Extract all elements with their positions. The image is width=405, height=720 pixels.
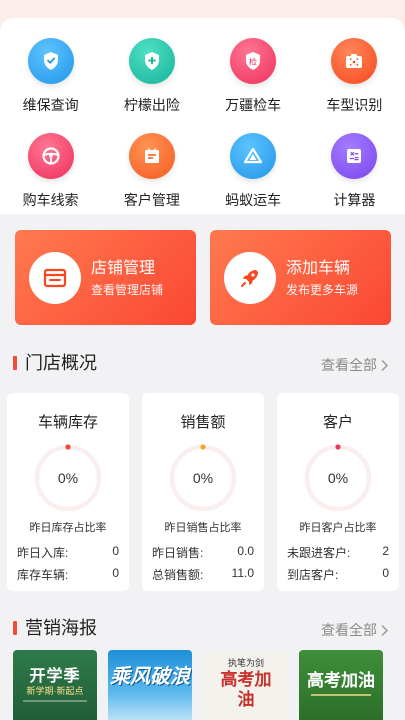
transport-triangle-icon — [230, 133, 277, 179]
section-accent-bar — [13, 621, 17, 635]
store-overview-header: 门店概况 查看全部 — [0, 352, 405, 376]
stat-row-label: 库存车辆: — [17, 568, 69, 582]
svg-text:检: 检 — [249, 57, 257, 67]
menu-item-model-recognition[interactable]: 车型识别 — [304, 38, 405, 115]
stat-row-value: 0 — [112, 566, 119, 580]
stat-title: 客户 — [322, 414, 353, 431]
calculator-icon — [331, 133, 378, 179]
inspect-badge-icon: 检 — [230, 38, 277, 84]
stat-row: 总销售额: 11.0 — [152, 566, 254, 583]
stat-row-label: 到店客户: — [287, 568, 339, 582]
stat-row: 昨日销售: 0.0 — [152, 544, 254, 561]
inventory-stat-card[interactable]: 车辆库存 0% 昨日库存占比率 昨日入库: 0 库存车辆: 0 — [7, 393, 129, 591]
shield-plus-icon — [128, 38, 175, 84]
banner-text: 添加车辆 发布更多车源 — [286, 259, 358, 297]
poster-back-to-school[interactable]: 开学季 新学期·新起点 — [13, 650, 97, 720]
banner-title: 店铺管理 — [91, 259, 156, 277]
poster-ride-the-wind[interactable]: 乘风破浪 — [108, 650, 192, 720]
section-title: 门店概况 — [25, 353, 97, 373]
menu-item-label: 车型识别 — [326, 97, 383, 113]
stat-row-label: 未跟进客户: — [287, 546, 351, 560]
ratio-ring: 0% — [168, 443, 238, 513]
menu-item-label: 蚂蚁运车 — [225, 192, 282, 208]
shield-check-icon — [27, 38, 74, 84]
menu-item-calculator[interactable]: 计算器 — [304, 133, 405, 210]
banner-subtitle: 查看管理店铺 — [91, 282, 164, 297]
menu-item-label: 维保查询 — [22, 97, 79, 113]
menu-item-vehicle-inspection[interactable]: 检 万疆检车 — [203, 38, 304, 115]
steering-wheel-icon — [27, 133, 74, 179]
ratio-ring: 0% — [303, 443, 373, 513]
quick-menu-grid: 维保查询 柠檬出险 检 万疆检车 车型识别 购车线索 客户管理 蚂蚁运车 计算器 — [0, 38, 405, 210]
stat-row-label: 昨日入库: — [17, 546, 69, 560]
stat-title: 车辆库存 — [37, 414, 98, 431]
marketing-view-all-link[interactable]: 查看全部 — [321, 620, 389, 640]
banner-title: 添加车辆 — [286, 259, 351, 277]
chevron-right-icon — [381, 359, 389, 371]
customer-calendar-icon — [128, 133, 175, 179]
ratio-value: 0% — [327, 470, 349, 486]
section-accent-bar — [13, 356, 17, 370]
menu-item-label: 计算器 — [333, 192, 376, 208]
stat-row-value: 0 — [112, 544, 119, 558]
chevron-right-icon — [381, 624, 389, 636]
stat-title: 销售额 — [180, 414, 226, 431]
sales-stat-card[interactable]: 销售额 0% 昨日销售占比率 昨日销售: 0.0 总销售额: 11.0 — [142, 393, 264, 591]
store-icon — [29, 251, 81, 304]
marketing-posters-header: 营销海报 查看全部 — [0, 617, 405, 641]
add-vehicle-banner[interactable]: 添加车辆 发布更多车源 — [210, 230, 391, 325]
stat-row: 库存车辆: 0 — [17, 566, 119, 583]
menu-item-label: 购车线索 — [22, 192, 79, 208]
banner-text: 店铺管理 查看管理店铺 — [91, 259, 163, 297]
poster-title: 乘风破浪 — [110, 664, 190, 688]
poster-exam-cheer-1[interactable]: 执笔为剑 高考加油 — [204, 650, 288, 720]
view-all-label: 查看全部 — [321, 622, 377, 638]
stat-row-value: 0 — [382, 566, 389, 580]
stat-caption: 昨日客户占比率 — [299, 522, 377, 534]
stat-row: 到店客户: 0 — [287, 566, 389, 583]
camera-scan-icon — [331, 38, 378, 84]
poster-title: 高考加油 — [307, 671, 375, 691]
poster-title: 开学季 — [29, 668, 81, 685]
stat-row-value: 11.0 — [231, 566, 254, 580]
store-management-banner[interactable]: 店铺管理 查看管理店铺 — [15, 230, 196, 325]
menu-item-customer-management[interactable]: 客户管理 — [101, 133, 202, 210]
menu-item-maintenance-query[interactable]: 维保查询 — [0, 38, 101, 115]
rocket-icon — [224, 251, 276, 304]
poster-strip: 开学季 新学期·新起点 乘风破浪 执笔为剑 高考加油 高考加油 — [0, 650, 405, 720]
quick-menu-card: 维保查询 柠檬出险 检 万疆检车 车型识别 购车线索 客户管理 蚂蚁运车 计算器 — [0, 18, 405, 214]
poster-subtitle: 新学期·新起点 — [26, 686, 84, 696]
stat-caption: 昨日库存占比率 — [29, 522, 107, 534]
poster-subtitle: 执笔为剑 — [227, 659, 264, 669]
overview-view-all-link[interactable]: 查看全部 — [321, 355, 389, 375]
customer-stat-card[interactable]: 客户 0% 昨日客户占比率 未跟进客户: 2 到店客户: 0 — [277, 393, 399, 591]
poster-exam-cheer-2[interactable]: 高考加油 — [299, 650, 383, 720]
poster-decoration — [23, 700, 87, 702]
ratio-value: 0% — [57, 470, 79, 486]
stat-caption: 昨日销售占比率 — [164, 522, 242, 534]
stat-row-label: 昨日销售: — [152, 546, 204, 560]
menu-item-label: 万疆检车 — [225, 97, 282, 113]
stat-row-label: 总销售额: — [152, 568, 204, 582]
menu-item-label: 柠檬出险 — [123, 97, 180, 113]
menu-item-lemon-claim[interactable]: 柠檬出险 — [101, 38, 202, 115]
stat-row-value: 0.0 — [237, 544, 254, 558]
stat-row-value: 2 — [382, 544, 389, 558]
section-title: 营销海报 — [25, 618, 97, 638]
menu-item-purchase-leads[interactable]: 购车线索 — [0, 133, 101, 210]
poster-title: 高考加油 — [220, 670, 272, 710]
ratio-ring: 0% — [33, 443, 103, 513]
ratio-value: 0% — [192, 470, 214, 486]
stat-row: 昨日入库: 0 — [17, 544, 119, 561]
stat-row: 未跟进客户: 2 — [287, 544, 389, 561]
poster-decoration — [311, 694, 371, 696]
menu-item-label: 客户管理 — [123, 192, 180, 208]
banner-subtitle: 发布更多车源 — [286, 282, 359, 297]
menu-item-ant-transport[interactable]: 蚂蚁运车 — [203, 133, 304, 210]
view-all-label: 查看全部 — [321, 357, 377, 373]
